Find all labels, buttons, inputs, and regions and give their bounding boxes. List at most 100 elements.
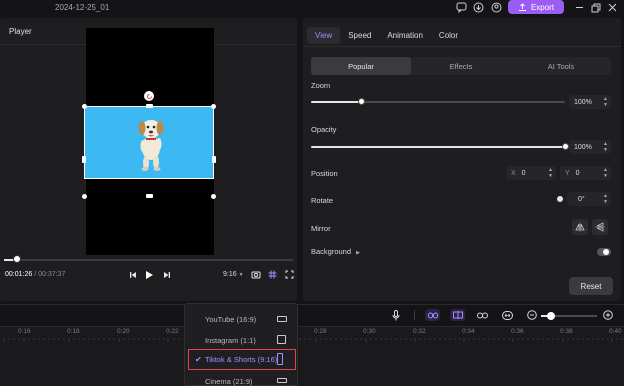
- playhead-knob[interactable]: [13, 255, 21, 263]
- microphone-icon[interactable]: [391, 309, 401, 321]
- resize-handle-top[interactable]: [146, 104, 153, 108]
- tick-label: 0:20: [117, 328, 130, 335]
- menu-item-label: Tiktok & Shorts (9:16): [205, 355, 278, 364]
- chevron-down-icon: ▼: [238, 272, 244, 278]
- tick-label: 0:34: [462, 328, 475, 335]
- tick-label: 0:36: [511, 328, 524, 335]
- grid-icon[interactable]: [267, 269, 277, 280]
- position-x-unit: X: [511, 169, 516, 177]
- tab-speed[interactable]: Speed: [340, 27, 379, 44]
- rotate-stepper[interactable]: ▲ ▼: [603, 193, 608, 205]
- menu-item-youtube[interactable]: YouTube (16:9): [185, 309, 299, 330]
- subtab-effects[interactable]: Effects: [411, 57, 511, 75]
- split-icon[interactable]: [450, 309, 465, 321]
- rotate-label: Rotate: [311, 196, 334, 205]
- tab-animation[interactable]: Animation: [379, 27, 431, 44]
- feedback-icon[interactable]: [455, 1, 468, 14]
- reset-button[interactable]: Reset: [569, 277, 613, 295]
- subtab-popular[interactable]: Popular: [311, 57, 411, 75]
- player-title: Player: [9, 27, 32, 36]
- zoom-out-icon[interactable]: [526, 309, 537, 321]
- flip-horizontal-icon: [575, 222, 585, 232]
- tab-color[interactable]: Color: [431, 27, 466, 44]
- position-label: Position: [311, 169, 338, 178]
- opacity-stepper[interactable]: ▲ ▼: [603, 141, 608, 153]
- aspect-ratio-value: 9:16: [223, 271, 237, 278]
- resize-handle-left[interactable]: [82, 156, 86, 163]
- total-time: 00:37:37: [38, 271, 66, 278]
- background-label[interactable]: Background ▶: [311, 247, 360, 256]
- upload-icon: [518, 2, 526, 11]
- zoom-value-field[interactable]: 100% ▲ ▼: [569, 95, 611, 109]
- rotate-value-field[interactable]: 0° ▲ ▼: [567, 192, 611, 206]
- play-icon[interactable]: [144, 269, 155, 280]
- zoom-slider-knob[interactable]: [358, 98, 366, 105]
- resize-handle-top-right[interactable]: [211, 104, 216, 109]
- menu-item-tiktok-shorts[interactable]: ✔ Tiktok & Shorts (9:16): [188, 349, 296, 370]
- position-x-field[interactable]: X 0 ▲ ▼: [506, 166, 556, 180]
- inspector-tabs: View Speed Animation Color: [307, 27, 466, 44]
- next-frame-icon[interactable]: [162, 269, 171, 280]
- rotate-icon: [146, 93, 152, 99]
- mirror-label: Mirror: [311, 224, 331, 233]
- ruler-ticks: [3, 338, 623, 342]
- tick-label: 0:38: [560, 328, 573, 335]
- account-icon[interactable]: [490, 1, 503, 14]
- timeline-ruler[interactable]: [0, 326, 624, 386]
- resize-handle-bottom[interactable]: [146, 194, 153, 198]
- widescreen-ratio-icon: [277, 378, 287, 383]
- divider: [303, 46, 621, 47]
- tick-label: 0:40: [609, 328, 622, 335]
- aspect-ratio-selector[interactable]: 9:16 ▼: [223, 271, 244, 278]
- link-icon[interactable]: [425, 309, 440, 321]
- export-button[interactable]: Export: [508, 0, 564, 14]
- position-y-field[interactable]: Y 0 ▲ ▼: [560, 166, 611, 180]
- export-label: Export: [530, 2, 555, 12]
- subtab-ai-tools[interactable]: AI Tools: [511, 57, 611, 75]
- fit-timeline-icon[interactable]: [501, 309, 513, 321]
- rotate-value: 0°: [578, 195, 585, 203]
- opacity-value-field[interactable]: 100% ▲ ▼: [569, 140, 611, 154]
- subtab-bar: Popular Effects AI Tools: [311, 57, 611, 75]
- tick-label: 0:32: [413, 328, 426, 335]
- flip-horizontal-button[interactable]: [572, 219, 588, 235]
- snapshot-icon[interactable]: [251, 269, 261, 280]
- tab-view[interactable]: View: [307, 27, 341, 44]
- download-icon[interactable]: [472, 1, 485, 14]
- toggle-knob: [603, 249, 609, 255]
- resize-handle-right[interactable]: [212, 156, 216, 163]
- rotate-handle[interactable]: [144, 91, 154, 101]
- chain-icon[interactable]: [476, 309, 488, 321]
- playback-scrubber[interactable]: [10, 259, 293, 261]
- opacity-value: 100%: [574, 143, 592, 151]
- restore-icon[interactable]: [589, 1, 602, 14]
- menu-item-cinema[interactable]: Cinema (21:9): [185, 371, 299, 386]
- close-icon[interactable]: [606, 1, 619, 14]
- background-toggle[interactable]: [597, 248, 611, 256]
- timeline-zoom-knob[interactable]: [547, 312, 555, 320]
- dog-sticker: [138, 120, 164, 171]
- title-bar: 2024-12-25_01 Export: [0, 0, 624, 16]
- resize-handle-bottom-left[interactable]: [82, 194, 87, 199]
- position-y-stepper[interactable]: ▲ ▼: [603, 167, 608, 179]
- flip-vertical-button[interactable]: [592, 219, 608, 235]
- tick-label: 0:18: [67, 328, 80, 335]
- tick-label: 0:22: [166, 328, 179, 335]
- portrait-ratio-icon: [277, 353, 283, 365]
- minimize-icon[interactable]: [573, 1, 586, 14]
- previous-frame-icon[interactable]: [128, 269, 137, 280]
- zoom-slider-fill: [311, 101, 362, 103]
- current-time: 00:01:26: [5, 271, 33, 278]
- menu-item-instagram[interactable]: Instagram (1:1): [185, 330, 299, 351]
- zoom-stepper[interactable]: ▲ ▼: [603, 96, 608, 108]
- zoom-in-icon[interactable]: [602, 309, 613, 321]
- menu-item-label: YouTube (16:9): [205, 315, 257, 324]
- resize-handle-top-left[interactable]: [82, 104, 87, 109]
- resize-handle-bottom-right[interactable]: [211, 194, 216, 199]
- rotate-dial-icon[interactable]: [557, 196, 563, 202]
- fullscreen-icon[interactable]: [284, 269, 294, 280]
- position-x-stepper[interactable]: ▲ ▼: [548, 167, 553, 179]
- background-label-text: Background: [311, 247, 352, 256]
- opacity-slider-knob[interactable]: [561, 143, 569, 150]
- aspect-ratio-menu: YouTube (16:9) Instagram (1:1) ✔ Tiktok …: [184, 303, 298, 386]
